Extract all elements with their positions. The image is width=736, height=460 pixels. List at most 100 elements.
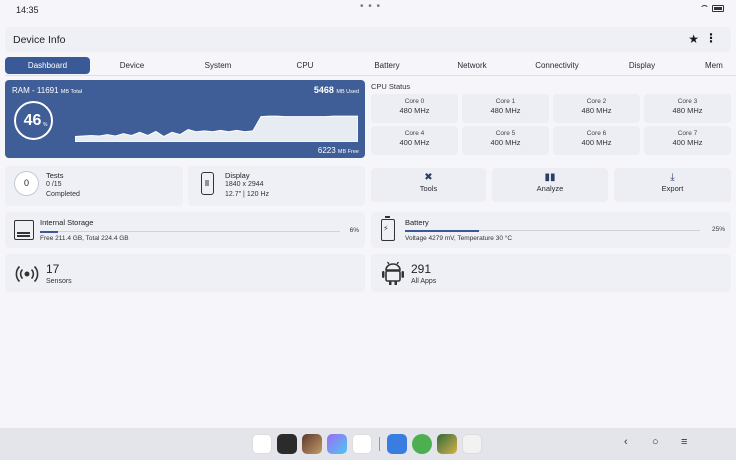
ram-total: RAM - 11691 MB Total xyxy=(12,86,82,95)
core-name: Core 7 xyxy=(677,130,698,137)
recents-icon[interactable]: ≡ xyxy=(681,436,687,448)
status-bar: 14:35 • • • xyxy=(0,0,736,22)
android-icon xyxy=(382,261,404,285)
tab-system[interactable]: System xyxy=(183,57,253,74)
cpu-core-card[interactable]: Core 4 400 MHz xyxy=(371,126,458,155)
navigation-bar: ‹ ○ ≡ xyxy=(0,428,736,460)
tests-title: Tests xyxy=(46,171,64,180)
storage-title: Internal Storage xyxy=(40,218,94,227)
emoji-app-icon[interactable] xyxy=(412,434,432,454)
ram-free: 6223 MB Free xyxy=(318,146,359,155)
tab-network[interactable]: Network xyxy=(437,57,507,74)
core-name: Core 2 xyxy=(586,98,607,105)
bar-chart-icon: ▮▮ xyxy=(544,172,556,183)
ram-total-unit: MB Total xyxy=(60,89,83,95)
tools-label: Tools xyxy=(419,184,438,193)
ram-used-value: 5468 xyxy=(313,85,334,95)
cpu-core-card[interactable]: Core 7 400 MHz xyxy=(644,126,731,155)
apps-count: 291 xyxy=(411,262,432,276)
display-title: Display xyxy=(225,171,250,180)
core-frequency: 400 MHz xyxy=(399,138,430,147)
battery-title: Battery xyxy=(405,218,429,227)
system-icons xyxy=(700,5,724,12)
battery-detail: Voltage 4279 mV, Temperature 30 °C xyxy=(405,235,513,242)
device-info-app-icon[interactable] xyxy=(387,434,407,454)
dock-separator xyxy=(379,437,380,451)
core-name: Core 1 xyxy=(495,98,516,105)
sensors-count: 17 xyxy=(46,262,60,276)
camera-app-icon[interactable] xyxy=(352,434,372,454)
battery-card[interactable]: Battery 25% Voltage 4279 mV, Temperature… xyxy=(371,212,731,248)
sensors-card[interactable]: 17 Sensors xyxy=(5,254,365,292)
window-handle-icon[interactable]: • • • xyxy=(360,1,381,12)
home-icon[interactable]: ○ xyxy=(652,436,659,448)
core-name: Core 6 xyxy=(586,130,607,137)
gallery-app-icon[interactable] xyxy=(327,434,347,454)
core-name: Core 4 xyxy=(404,130,425,137)
ram-usage-gauge: 46 % xyxy=(14,101,53,140)
app-grid-icon[interactable] xyxy=(462,434,482,454)
ram-total-label: RAM - 11691 xyxy=(12,86,59,95)
game-app-icon[interactable] xyxy=(302,434,322,454)
tab-battery[interactable]: Battery xyxy=(352,57,422,74)
export-button[interactable]: ⤓ Export xyxy=(614,168,731,202)
sensors-label: Sensors xyxy=(46,278,72,285)
core-frequency: 480 MHz xyxy=(581,106,612,115)
internal-storage-card[interactable]: Internal Storage 6% Free 211.4 GB, Total… xyxy=(5,212,365,248)
tests-card[interactable]: 0 Tests 0 /15 Completed xyxy=(5,166,183,206)
calendar-app-icon[interactable] xyxy=(252,434,272,454)
tests-count-badge: 0 xyxy=(14,171,39,196)
tab-divider xyxy=(5,75,736,76)
storage-bar xyxy=(40,230,340,233)
cpu-core-card[interactable]: Core 2 480 MHz xyxy=(553,94,640,123)
core-frequency: 400 MHz xyxy=(490,138,521,147)
app-bar: Device Info ★ ⋮ xyxy=(5,27,731,52)
ram-usage-area xyxy=(75,115,358,142)
battery-bar xyxy=(405,229,700,232)
tools-button[interactable]: ✖ Tools xyxy=(371,168,486,202)
core-frequency: 480 MHz xyxy=(672,106,703,115)
clock: 14:35 xyxy=(16,5,39,15)
tab-connectivity[interactable]: Connectivity xyxy=(522,57,592,74)
ram-used: 5468 MB Used xyxy=(314,85,359,95)
apps-label: All Apps xyxy=(411,278,437,285)
storage-percent: 6% xyxy=(349,227,359,234)
game2-app-icon[interactable] xyxy=(437,434,457,454)
tools-icon: ✖ xyxy=(424,172,433,183)
ram-usage-chart xyxy=(75,115,358,142)
analyze-label: Analyze xyxy=(536,184,564,193)
tab-cpu[interactable]: CPU xyxy=(270,57,340,74)
tab-memory[interactable]: Mem xyxy=(705,57,736,74)
all-apps-card[interactable]: 291 All Apps xyxy=(371,254,731,292)
battery-icon xyxy=(712,5,724,12)
more-vert-icon[interactable]: ⋮ xyxy=(705,31,717,45)
ram-free-unit: MB Free xyxy=(337,149,359,155)
tab-device[interactable]: Device xyxy=(97,57,167,74)
cpu-core-card[interactable]: Core 1 480 MHz xyxy=(462,94,549,123)
phone-icon xyxy=(201,172,214,195)
display-card[interactable]: Display 1840 x 2944 12.7" | 120 Hz xyxy=(188,166,365,206)
ram-used-unit: MB Used xyxy=(336,89,359,95)
display-resolution: 1840 x 2944 xyxy=(225,181,264,188)
battery-percent: 25% xyxy=(711,226,725,233)
back-icon[interactable]: ‹ xyxy=(624,436,628,448)
ram-card[interactable]: RAM - 11691 MB Total 5468 MB Used 46 % 6… xyxy=(5,80,365,158)
storage-icon xyxy=(14,220,34,240)
cpu-core-card[interactable]: Core 5 400 MHz xyxy=(462,126,549,155)
app-title: Device Info xyxy=(13,34,66,46)
cpu-core-card[interactable]: Core 0 480 MHz xyxy=(371,94,458,123)
core-name: Core 5 xyxy=(495,130,516,137)
tab-display[interactable]: Display xyxy=(607,57,677,74)
cpu-core-card[interactable]: Core 3 480 MHz xyxy=(644,94,731,123)
analyze-button[interactable]: ▮▮ Analyze xyxy=(492,168,608,202)
wifi-icon xyxy=(700,5,709,12)
tab-dashboard[interactable]: Dashboard xyxy=(5,57,90,74)
core-frequency: 480 MHz xyxy=(399,106,430,115)
cpu-core-card[interactable]: Core 6 400 MHz xyxy=(553,126,640,155)
star-icon[interactable]: ★ xyxy=(688,32,699,46)
display-details: 12.7" | 120 Hz xyxy=(225,191,269,198)
storage-detail: Free 211.4 GB, Total 224.4 GB xyxy=(40,235,129,242)
core-name: Core 3 xyxy=(677,98,698,105)
calculator-app-icon[interactable] xyxy=(277,434,297,454)
core-frequency: 400 MHz xyxy=(581,138,612,147)
